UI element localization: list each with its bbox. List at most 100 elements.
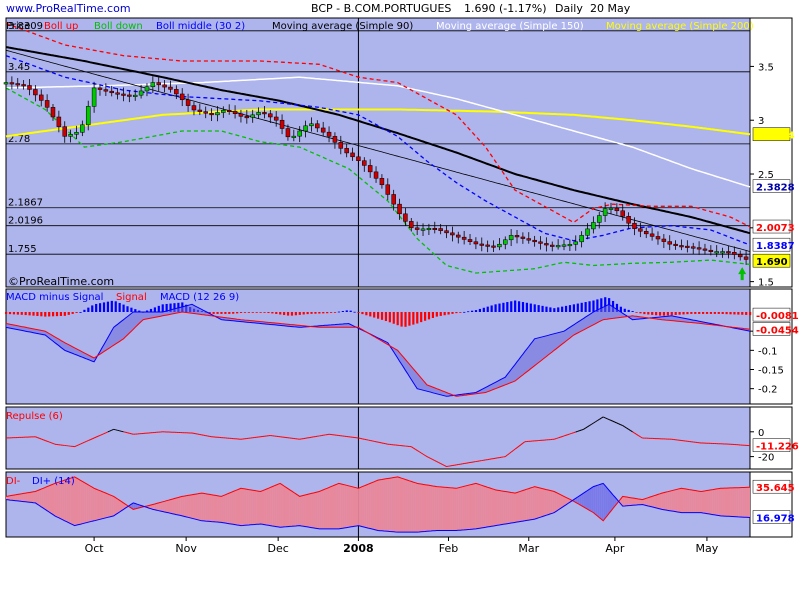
macd-histogram-bar	[733, 312, 735, 314]
dmi-fill	[636, 499, 638, 505]
dmi-fill	[335, 484, 337, 529]
dmi-fill	[382, 479, 384, 531]
level-label: 2.1867	[8, 198, 43, 209]
dmi-fill	[286, 487, 288, 526]
dmi-fill	[315, 492, 317, 529]
macd-histogram-bar	[357, 312, 359, 313]
macd-histogram-bar	[9, 312, 11, 314]
macd-histogram-bar	[389, 312, 391, 322]
y-tick-label: 0	[758, 428, 764, 439]
repulse-segment	[554, 439, 556, 440]
macd-histogram-bar	[154, 307, 156, 312]
legend-entry: Moving average (Simple 90)	[272, 21, 413, 32]
dmi-fill	[360, 487, 362, 527]
last-value-label: 35.645	[756, 483, 795, 494]
macd-histogram-bar	[385, 312, 387, 321]
macd-histogram-bar	[451, 312, 453, 314]
dmi-fill	[603, 483, 605, 520]
candle-body	[574, 242, 578, 245]
dmi-fill	[398, 477, 400, 532]
repulse-segment	[570, 433, 572, 434]
macd-histogram-bar	[350, 311, 352, 312]
macd-histogram-bar	[749, 312, 751, 315]
macd-histogram-bar	[334, 312, 336, 313]
candle-body	[10, 83, 14, 85]
dmi-fill	[288, 489, 290, 527]
macd-histogram-bar	[107, 302, 109, 312]
dmi-fill	[161, 502, 163, 512]
macd-histogram-bar	[263, 312, 265, 313]
dmi-fill	[114, 496, 116, 516]
x-tick-label: Dec	[267, 542, 288, 555]
dmi-fill	[719, 488, 721, 516]
dmi-fill	[654, 495, 656, 508]
candle-body	[674, 244, 678, 246]
dmi-fill	[204, 493, 206, 521]
macd-histogram-bar	[32, 312, 34, 316]
dmi-fill	[586, 491, 588, 510]
y-tick-label: -0.2	[758, 385, 778, 396]
dmi-fill	[678, 489, 680, 513]
candle-body	[163, 85, 167, 87]
dmi-fill	[550, 491, 552, 514]
panel-background	[6, 18, 750, 287]
dmi-fill	[482, 485, 484, 528]
dmi-fill	[245, 489, 247, 525]
candle-body	[227, 110, 231, 112]
candle-body	[69, 134, 73, 136]
macd-histogram-bar	[737, 312, 739, 315]
dmi-fill	[118, 499, 120, 513]
dmi-fill	[16, 494, 18, 501]
macd-histogram-bar	[514, 301, 516, 313]
dmi-fill	[476, 483, 478, 529]
dmi-fill	[676, 489, 678, 512]
candle-body	[204, 112, 208, 114]
macd-histogram-bar	[424, 312, 426, 321]
date-label: 20 May	[590, 2, 631, 15]
dmi-fill	[400, 478, 402, 533]
macd-histogram-bar	[440, 312, 442, 316]
macd-histogram-bar	[663, 312, 665, 316]
macd-histogram-bar	[299, 312, 301, 315]
candle-body	[497, 244, 501, 247]
candle-body	[333, 136, 337, 142]
dmi-fill	[376, 480, 378, 530]
dmi-fill	[695, 491, 697, 513]
dmi-fill	[742, 487, 744, 517]
dmi-fill	[521, 491, 523, 522]
dmi-fill	[705, 491, 707, 514]
candle-body	[486, 245, 490, 247]
dmi-fill	[24, 493, 26, 502]
dmi-fill	[333, 485, 335, 529]
candle-body	[239, 114, 243, 117]
candle-body	[104, 90, 108, 92]
dmi-fill	[282, 485, 284, 527]
dmi-fill	[241, 488, 243, 525]
candle-body	[180, 94, 184, 100]
dmi-fill	[12, 495, 14, 500]
dmi-fill	[349, 486, 351, 527]
dmi-fill	[507, 492, 509, 524]
candle-body	[345, 148, 349, 153]
dmi-fill	[666, 492, 668, 511]
legend-entry: DI+ (14)	[32, 476, 75, 487]
dmi-fill	[683, 489, 685, 513]
last-value-label: 2.0073	[756, 223, 795, 234]
repulse-segment	[53, 443, 55, 444]
dmi-fill	[94, 488, 96, 521]
level-label: 2.0196	[8, 216, 43, 227]
last-value-label: 1.8387	[756, 241, 795, 252]
macd-histogram-bar	[718, 312, 720, 314]
macd-histogram-bar	[686, 312, 688, 314]
dmi-fill	[703, 491, 705, 513]
candle-body	[656, 236, 660, 239]
dmi-fill	[503, 491, 505, 524]
candle-body	[726, 251, 730, 253]
x-tick-label: Apr	[605, 542, 625, 555]
macd-histogram-bar	[244, 312, 246, 313]
repulse-segment	[51, 443, 53, 444]
dmi-fill	[306, 494, 308, 527]
dmi-fill	[509, 492, 511, 523]
candle-body	[51, 107, 55, 117]
dmi-fill	[623, 496, 625, 506]
